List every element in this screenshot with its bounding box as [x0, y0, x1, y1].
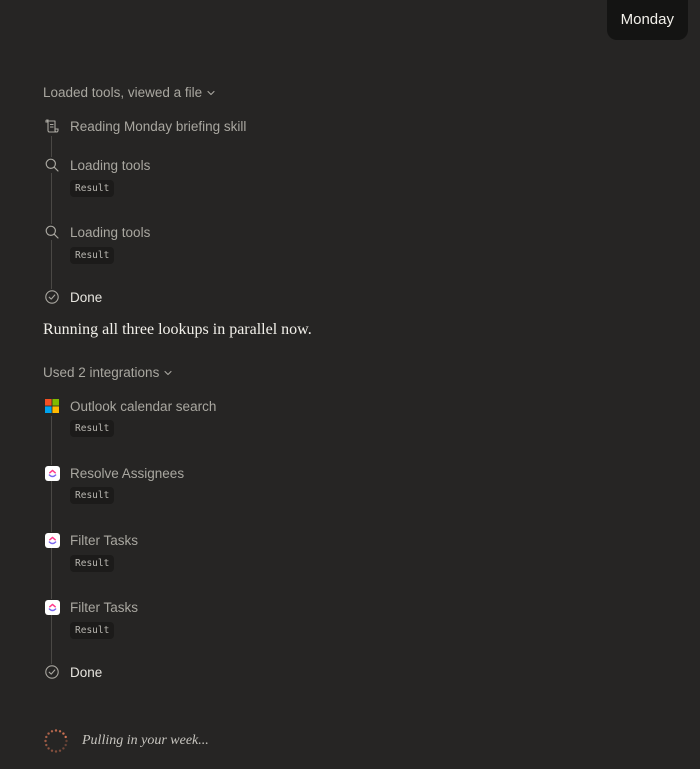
tool-group-summary-2[interactable]: Used 2 integrations — [43, 365, 173, 380]
step-done-1: Done — [44, 288, 102, 306]
check-circle-icon — [44, 289, 60, 305]
step-filter-tasks-1[interactable]: Filter Tasks — [44, 531, 138, 549]
user-message-bubble: Monday — [606, 0, 688, 40]
spinner-dot — [64, 743, 67, 747]
step-loading-tools-1[interactable]: Loading tools — [44, 156, 150, 174]
search-icon — [44, 157, 60, 173]
spinner-dot — [45, 735, 48, 739]
step-reading-skill[interactable]: Reading Monday briefing skill — [44, 117, 246, 135]
chevron-down-icon — [164, 370, 172, 375]
tool-group-summary-1[interactable]: Loaded tools, viewed a file — [43, 85, 216, 100]
spinner-dot — [54, 729, 58, 732]
step-label: Done — [70, 664, 103, 680]
result-chip[interactable]: Result — [70, 555, 115, 572]
clickup-icon — [44, 465, 60, 481]
spinner-dot — [44, 739, 47, 743]
chevron-down-icon — [207, 90, 215, 95]
spinner-dot — [58, 730, 62, 733]
spinner-dot — [54, 750, 58, 753]
scroll-icon — [44, 118, 60, 134]
status-text: Pulling in your week... — [82, 733, 209, 748]
step-label: Loading tools — [70, 224, 151, 240]
step-label: Done — [70, 289, 103, 305]
spinner-dot — [62, 747, 65, 750]
loading-spinner-icon — [44, 729, 68, 753]
step-resolve-assignees[interactable]: Resolve Assignees — [44, 464, 184, 482]
spinner-dot — [58, 749, 62, 752]
spinner-dot — [62, 732, 65, 735]
step-label: Reading Monday briefing skill — [70, 118, 247, 134]
spinner-dot — [65, 739, 68, 743]
assistant-message: Running all three lookups in parallel no… — [43, 321, 312, 338]
tool-group-summary-text: Loaded tools, viewed a file — [43, 85, 203, 100]
microsoft-icon — [44, 398, 60, 414]
spinner-dot — [47, 732, 50, 735]
step-label: Filter Tasks — [70, 532, 139, 548]
clickup-icon — [44, 599, 60, 615]
step-label: Loading tools — [70, 157, 151, 173]
result-chip[interactable]: Result — [70, 487, 115, 504]
step-label: Filter Tasks — [70, 599, 139, 615]
result-chip[interactable]: Result — [70, 180, 115, 197]
spinner-dot — [47, 747, 50, 750]
spinner-dot — [50, 730, 54, 733]
spinner-dot — [50, 749, 54, 752]
step-label: Resolve Assignees — [70, 465, 185, 481]
step-loading-tools-2[interactable]: Loading tools — [44, 223, 150, 241]
spinner-dot — [45, 743, 48, 747]
result-chip[interactable]: Result — [70, 622, 115, 639]
step-label: Outlook calendar search — [70, 398, 217, 414]
tool-group-summary-text: Used 2 integrations — [43, 365, 160, 380]
clickup-icon — [44, 532, 60, 548]
result-chip[interactable]: Result — [70, 247, 115, 264]
step-outlook-calendar-search[interactable]: Outlook calendar search — [44, 397, 216, 415]
check-circle-icon — [44, 664, 60, 680]
step-filter-tasks-2[interactable]: Filter Tasks — [44, 598, 138, 616]
search-icon — [44, 224, 60, 240]
step-done-2: Done — [44, 663, 102, 681]
user-message-text: Monday — [620, 11, 674, 28]
status-indicator: Pulling in your week... — [43, 728, 209, 754]
spinner-dot — [64, 735, 67, 739]
result-chip[interactable]: Result — [70, 420, 115, 437]
